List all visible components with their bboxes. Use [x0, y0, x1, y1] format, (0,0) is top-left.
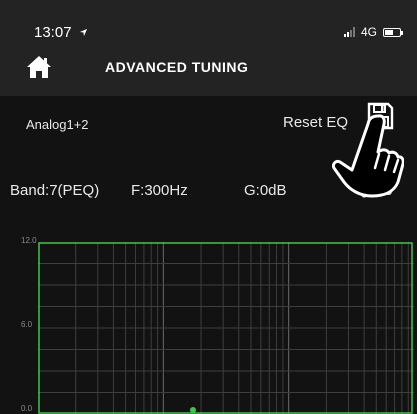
location-arrow-icon	[79, 28, 87, 37]
y-tick-label: 0.0	[21, 404, 33, 413]
home-icon[interactable]	[26, 54, 52, 80]
status-indicators: 4G	[343, 25, 403, 39]
gain-label[interactable]: G:0dB	[244, 182, 287, 199]
y-tick-label: 12.0	[21, 236, 37, 245]
status-time: 13:07	[34, 24, 88, 41]
signal-icon	[343, 27, 355, 37]
tap-hand-icon	[332, 114, 404, 198]
page-title: ADVANCED TUNING	[105, 59, 249, 75]
network-type: 4G	[360, 25, 377, 39]
tuning-panel: Analog1+2 Reset EQ Band:7(PEQ) F:300Hz G…	[0, 96, 417, 414]
battery-icon	[383, 27, 403, 37]
status-bar: 13:07 4G	[0, 0, 417, 44]
status-time-text: 13:07	[34, 24, 72, 41]
nav-bar: ADVANCED TUNING	[0, 44, 417, 96]
frequency-label[interactable]: F:300Hz	[131, 182, 188, 199]
band-label[interactable]: Band:7(PEQ)	[10, 182, 99, 199]
graph-grid-h	[38, 263, 414, 393]
y-tick-label: 6.0	[21, 320, 33, 329]
channel-selector[interactable]: Analog1+2	[26, 117, 89, 132]
eq-band-point[interactable]	[190, 407, 196, 413]
eq-graph[interactable]	[38, 242, 414, 414]
